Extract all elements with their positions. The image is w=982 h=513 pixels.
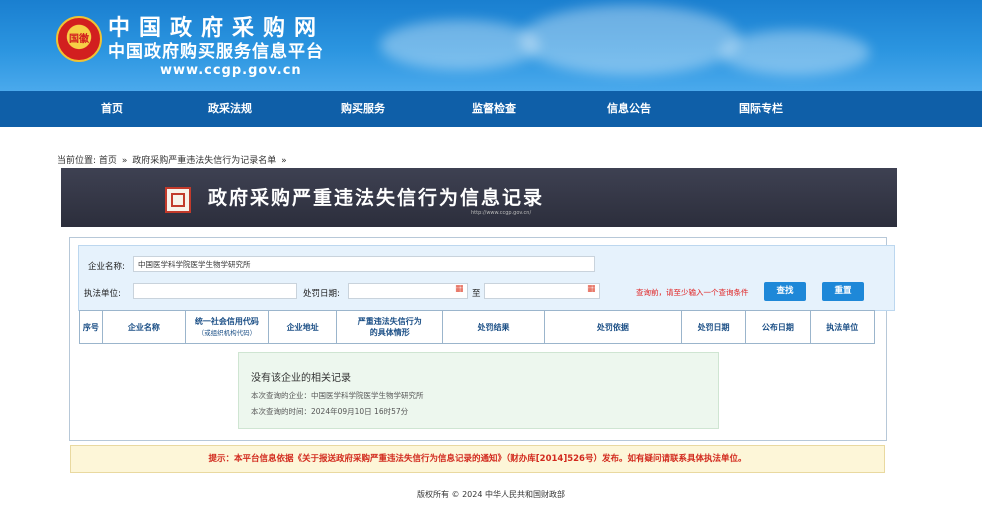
column-header-publish-date: 公布日期 <box>745 310 811 344</box>
calendar-icon[interactable]: ▦ <box>455 284 464 294</box>
nav-item-international[interactable]: 国际专栏 <box>716 91 806 127</box>
nav-item-purchase-services[interactable]: 购买服务 <box>318 91 408 127</box>
site-url: www.ccgp.gov.cn <box>160 63 302 78</box>
column-header-agency: 执法单位 <box>809 310 876 344</box>
breadcrumb-current[interactable]: 政府采购严重违法失信行为记录名单 <box>132 156 276 166</box>
penalty-date-label: 处罚日期: <box>303 289 340 299</box>
table-header-row: 序号 企业名称 统一社会信用代码 （或组织机构代码） 企业地址 严重违法失信行为的… <box>79 310 876 344</box>
header-cloud <box>720 30 870 75</box>
notice-bar: 提示：本平台信息依据《关于报送政府采购严重违法失信行为信息记录的通知》（财办库[… <box>70 445 885 473</box>
date-to-input[interactable] <box>484 283 600 299</box>
seal-icon <box>165 187 191 213</box>
header-cloud <box>520 5 740 75</box>
search-tip: 查询前，请至少输入一个查询条件 <box>636 288 749 297</box>
column-header-penalty-basis: 处罚依据 <box>543 310 682 344</box>
page-banner: 政府采购严重违法失信行为信息记录 http://www.ccgp.gov.cn/ <box>61 168 897 227</box>
column-header-credit-code: 统一社会信用代码 （或组织机构代码） <box>184 310 269 344</box>
banner-url: http://www.ccgp.gov.cn/ <box>471 210 532 216</box>
breadcrumb: 当前位置: 首页 » 政府采购严重违法失信行为记录名单 » <box>57 153 289 166</box>
calendar-icon[interactable]: ▦ <box>587 284 596 294</box>
breadcrumb-home[interactable]: 首页 <box>99 156 117 166</box>
empty-result-box: 没有该企业的相关记录 本次查询的企业：中国医学科学院医学生物学研究所 本次查询的… <box>238 352 719 429</box>
copyright-footer: 版权所有 © 2024 中华人民共和国财政部 <box>417 490 565 499</box>
main-nav: 首页 政采法规 购买服务 监督检查 信息公告 国际专栏 <box>0 91 982 127</box>
query-company-text: 本次查询的企业：中国医学科学院医学生物学研究所 <box>251 391 424 400</box>
column-header-penalty-date: 处罚日期 <box>680 310 747 344</box>
company-name-label: 企业名称: <box>88 262 125 272</box>
column-header-index: 序号 <box>79 310 103 344</box>
nav-item-home[interactable]: 首页 <box>67 91 157 127</box>
site-header: 国徽 中国政府采购网 中国政府购买服务信息平台 www.ccgp.gov.cn <box>0 0 982 91</box>
page-title: 政府采购严重违法失信行为信息记录 <box>208 187 545 209</box>
nav-item-announcements[interactable]: 信息公告 <box>584 91 674 127</box>
nav-item-supervision[interactable]: 监督检查 <box>449 91 539 127</box>
column-header-address: 企业地址 <box>267 310 338 344</box>
agency-label: 执法单位: <box>84 289 121 299</box>
results-table: 序号 企业名称 统一社会信用代码 （或组织机构代码） 企业地址 严重违法失信行为的… <box>79 310 876 344</box>
breadcrumb-prefix: 当前位置: <box>57 156 97 166</box>
company-name-input[interactable]: 中国医学科学院医学生物学研究所 <box>133 256 595 272</box>
reset-button[interactable]: 重置 <box>822 282 864 301</box>
breadcrumb-separator: » <box>281 156 287 166</box>
date-to-label: 至 <box>472 289 481 299</box>
header-cloud <box>380 20 540 70</box>
breadcrumb-separator: » <box>121 156 128 166</box>
site-subtitle: 中国政府购买服务信息平台 <box>108 42 324 62</box>
column-header-company: 企业名称 <box>101 310 186 344</box>
agency-input[interactable] <box>133 283 297 299</box>
nav-item-regulations[interactable]: 政采法规 <box>185 91 275 127</box>
date-from-input[interactable] <box>348 283 468 299</box>
search-filters <box>78 245 895 311</box>
search-button[interactable]: 查找 <box>764 282 806 301</box>
national-emblem-icon: 国徽 <box>56 16 102 62</box>
column-header-violation: 严重违法失信行为 的具体情形 <box>336 310 444 344</box>
query-time-text: 本次查询的时间：2024年09月10日 16时57分 <box>251 407 409 416</box>
empty-result-title: 没有该企业的相关记录 <box>251 373 351 384</box>
column-header-penalty-result: 处罚结果 <box>442 310 545 344</box>
